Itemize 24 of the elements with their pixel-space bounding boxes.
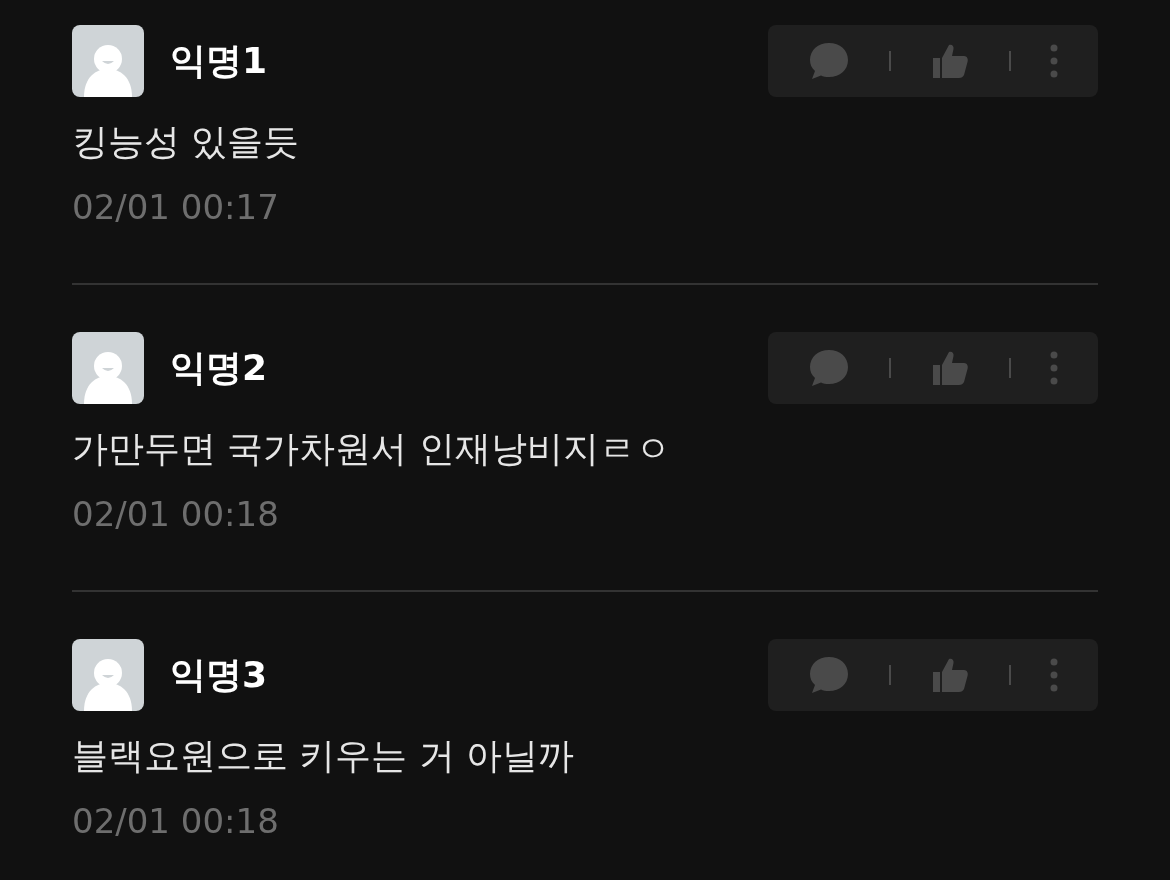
speech-bubble-icon — [807, 654, 850, 696]
avatar-icon — [72, 332, 144, 404]
comment-text: 가만두면 국가차원서 인재낭비지ㄹㅇ — [72, 427, 672, 471]
speech-bubble-icon — [807, 40, 850, 82]
author-name: 익명2 — [170, 345, 268, 390]
avatar-icon — [72, 639, 144, 711]
author-name: 익명3 — [170, 652, 268, 697]
more-button[interactable] — [1050, 44, 1059, 78]
avatar-icon — [72, 25, 144, 97]
reply-button[interactable] — [807, 654, 850, 696]
speech-bubble-icon — [807, 347, 850, 389]
comment-text: 블랙요원으로 키우는 거 아닐까 — [72, 734, 576, 778]
comment-time: 02/01 00:17 — [72, 186, 280, 229]
more-icon — [1050, 658, 1059, 692]
more-icon — [1050, 351, 1059, 385]
comment-time: 02/01 00:18 — [72, 800, 280, 843]
more-button[interactable] — [1050, 351, 1059, 385]
comment-time: 02/01 00:18 — [72, 493, 280, 536]
comment-text: 킹능성 있을듯 — [72, 120, 301, 164]
author-name: 익명1 — [170, 38, 268, 83]
reply-button[interactable] — [807, 40, 850, 82]
more-icon — [1050, 44, 1059, 78]
more-button[interactable] — [1050, 658, 1059, 692]
reply-button[interactable] — [807, 347, 850, 389]
